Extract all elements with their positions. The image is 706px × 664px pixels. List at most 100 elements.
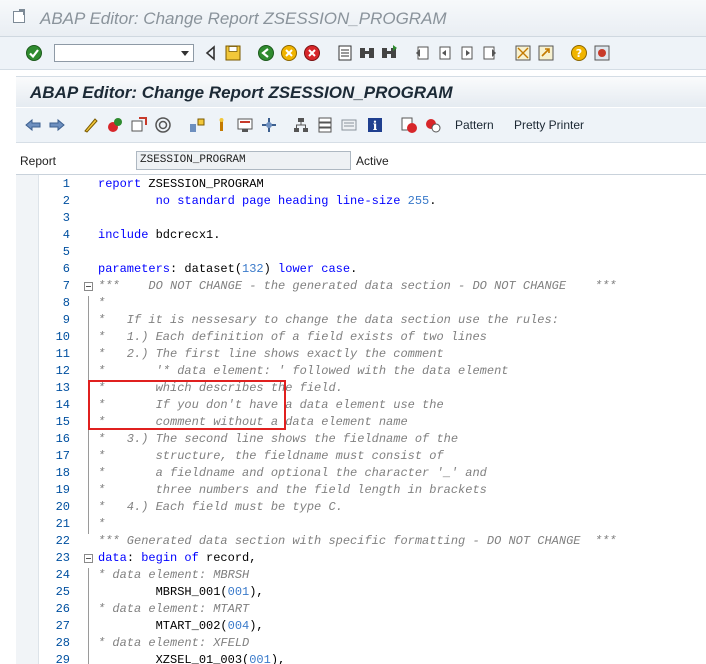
line-number: 23 <box>55 551 70 565</box>
check-icon[interactable] <box>130 116 148 134</box>
code-line[interactable]: 23 data: begin of record, <box>16 550 706 567</box>
code-line[interactable]: 26 * data element: MTART <box>16 601 706 618</box>
line-number: 6 <box>62 262 70 276</box>
line-number: 17 <box>55 449 70 463</box>
info-icon[interactable]: i <box>366 116 384 134</box>
pretty-printer-button[interactable]: Pretty Printer <box>514 118 584 132</box>
code-line[interactable]: 25 MBRSH_001(001), <box>16 584 706 601</box>
code-token: ZSESSION_PROGRAM <box>148 177 264 191</box>
find-icon[interactable] <box>358 44 376 62</box>
code-line[interactable]: 29 XZSEL_01_003(001), <box>16 652 706 664</box>
first-page-icon[interactable] <box>414 44 432 62</box>
code-token: 255 <box>407 194 430 208</box>
breakpoint-icon[interactable] <box>400 116 418 134</box>
navigation-window-icon[interactable] <box>260 116 278 134</box>
display-change-icon[interactable] <box>82 116 100 134</box>
pattern-button[interactable]: Pattern <box>455 118 494 132</box>
fold-toggle-icon[interactable] <box>84 282 93 291</box>
next-page-icon[interactable] <box>458 44 476 62</box>
code-token: 001 <box>227 585 250 599</box>
code-line[interactable]: 22 *** Generated data section with specif… <box>16 533 706 550</box>
code-text: MTART_002(004), <box>98 618 264 635</box>
last-page-icon[interactable] <box>480 44 498 62</box>
code-token: ), <box>249 585 264 599</box>
code-text: parameters: dataset(132) lower case. <box>98 261 357 278</box>
code-line[interactable]: 28 * data element: XFELD <box>16 635 706 652</box>
code-token: report <box>98 177 149 191</box>
arrow-right-icon[interactable] <box>48 116 66 134</box>
display-list-icon[interactable] <box>340 116 358 134</box>
back-arrow-icon[interactable] <box>202 44 220 62</box>
active-inactive-icon[interactable] <box>106 116 124 134</box>
code-line[interactable]: 1 report ZSESSION_PROGRAM <box>16 176 706 193</box>
fold-toggle-icon[interactable] <box>84 554 93 563</box>
previous-page-icon[interactable] <box>436 44 454 62</box>
enter-icon[interactable] <box>25 44 43 62</box>
code-line[interactable]: 12 * '* data element: ' followed with the… <box>16 363 706 380</box>
new-session-icon[interactable] <box>514 44 532 62</box>
code-editor[interactable]: 1 report ZSESSION_PROGRAM 2 no standard pa… <box>16 174 706 664</box>
line-number: 9 <box>62 313 70 327</box>
code-line[interactable]: 5 <box>16 244 706 261</box>
code-token: 001 <box>249 653 271 664</box>
code-line[interactable]: 16 * 3.) The second line shows the fieldn… <box>16 431 706 448</box>
hierarchy-icon[interactable] <box>292 116 310 134</box>
code-text: * <box>98 295 105 312</box>
code-token: * <box>98 296 106 310</box>
display-object-list-icon[interactable] <box>236 116 254 134</box>
structure-icon[interactable] <box>316 116 334 134</box>
code-line[interactable]: 6 parameters: dataset(132) lower case. <box>16 261 706 278</box>
code-line[interactable]: 4 include bdcrecx1. <box>16 227 706 244</box>
code-line[interactable]: 17 * structure, the fieldname must consis… <box>16 448 706 465</box>
help-icon[interactable]: ? <box>570 44 588 62</box>
code-text: * data element: MBRSH <box>98 567 249 584</box>
code-text: report ZSESSION_PROGRAM <box>98 176 264 193</box>
code-line[interactable]: 10 * 1.) Each definition of a field exist… <box>16 329 706 346</box>
code-token: bdcrecx1. <box>155 228 221 242</box>
code-text: * structure, the fieldname must consist … <box>98 448 444 465</box>
code-line[interactable]: 2 no standard page heading line-size 255… <box>16 193 706 210</box>
chevron-down-icon[interactable] <box>181 51 189 56</box>
code-text: *** DO NOT CHANGE - the generated data s… <box>98 278 616 295</box>
report-name-field[interactable]: ZSESSION_PROGRAM <box>136 151 351 170</box>
code-token: * '* data element: ' followed with the d… <box>98 364 509 378</box>
code-token: ), <box>270 653 286 664</box>
exit-icon[interactable] <box>280 44 298 62</box>
print-icon[interactable] <box>336 44 354 62</box>
activate-icon[interactable] <box>154 116 172 134</box>
code-line[interactable]: 19 * three numbers and the field length i… <box>16 482 706 499</box>
window-menu-icon[interactable] <box>13 9 25 23</box>
back-icon[interactable] <box>257 44 275 62</box>
code-line[interactable]: 11 * 2.) The first line shows exactly the… <box>16 346 706 363</box>
code-line[interactable]: 20 * 4.) Each field must be type C. <box>16 499 706 516</box>
line-number: 24 <box>55 568 70 582</box>
save-icon[interactable] <box>224 44 242 62</box>
code-line[interactable]: 7 *** DO NOT CHANGE - the generated data … <box>16 278 706 295</box>
arrow-left-icon[interactable] <box>24 116 42 134</box>
code-line[interactable]: 18 * a fieldname and optional the charact… <box>16 465 706 482</box>
code-token: *** DO NOT CHANGE - the generated data s… <box>98 279 617 293</box>
code-token: * <box>98 517 106 531</box>
code-token: record, <box>206 551 257 565</box>
cancel-icon[interactable] <box>303 44 321 62</box>
code-line[interactable]: 24 * data element: MBRSH <box>16 567 706 584</box>
report-label: Report <box>20 154 57 168</box>
session-breakpoint-icon[interactable] <box>424 116 442 134</box>
find-next-icon[interactable] <box>380 44 398 62</box>
code-text: * <box>98 516 105 533</box>
where-used-icon[interactable] <box>188 116 206 134</box>
shortcut-icon[interactable] <box>537 44 555 62</box>
code-text: no standard page heading line-size 255. <box>98 193 437 210</box>
code-line[interactable]: 3 <box>16 210 706 227</box>
line-number: 12 <box>55 364 70 378</box>
code-line[interactable]: 21 * <box>16 516 706 533</box>
line-number: 18 <box>55 466 70 480</box>
command-field[interactable] <box>54 44 194 62</box>
code-line[interactable]: 9 * If it is nessesary to change the data… <box>16 312 706 329</box>
code-line[interactable]: 27 MTART_002(004), <box>16 618 706 635</box>
customize-icon[interactable] <box>593 44 611 62</box>
object-list-icon[interactable] <box>212 116 230 134</box>
code-token: * 1.) Each definition of a field exists … <box>98 330 487 344</box>
code-line[interactable]: 8 * <box>16 295 706 312</box>
